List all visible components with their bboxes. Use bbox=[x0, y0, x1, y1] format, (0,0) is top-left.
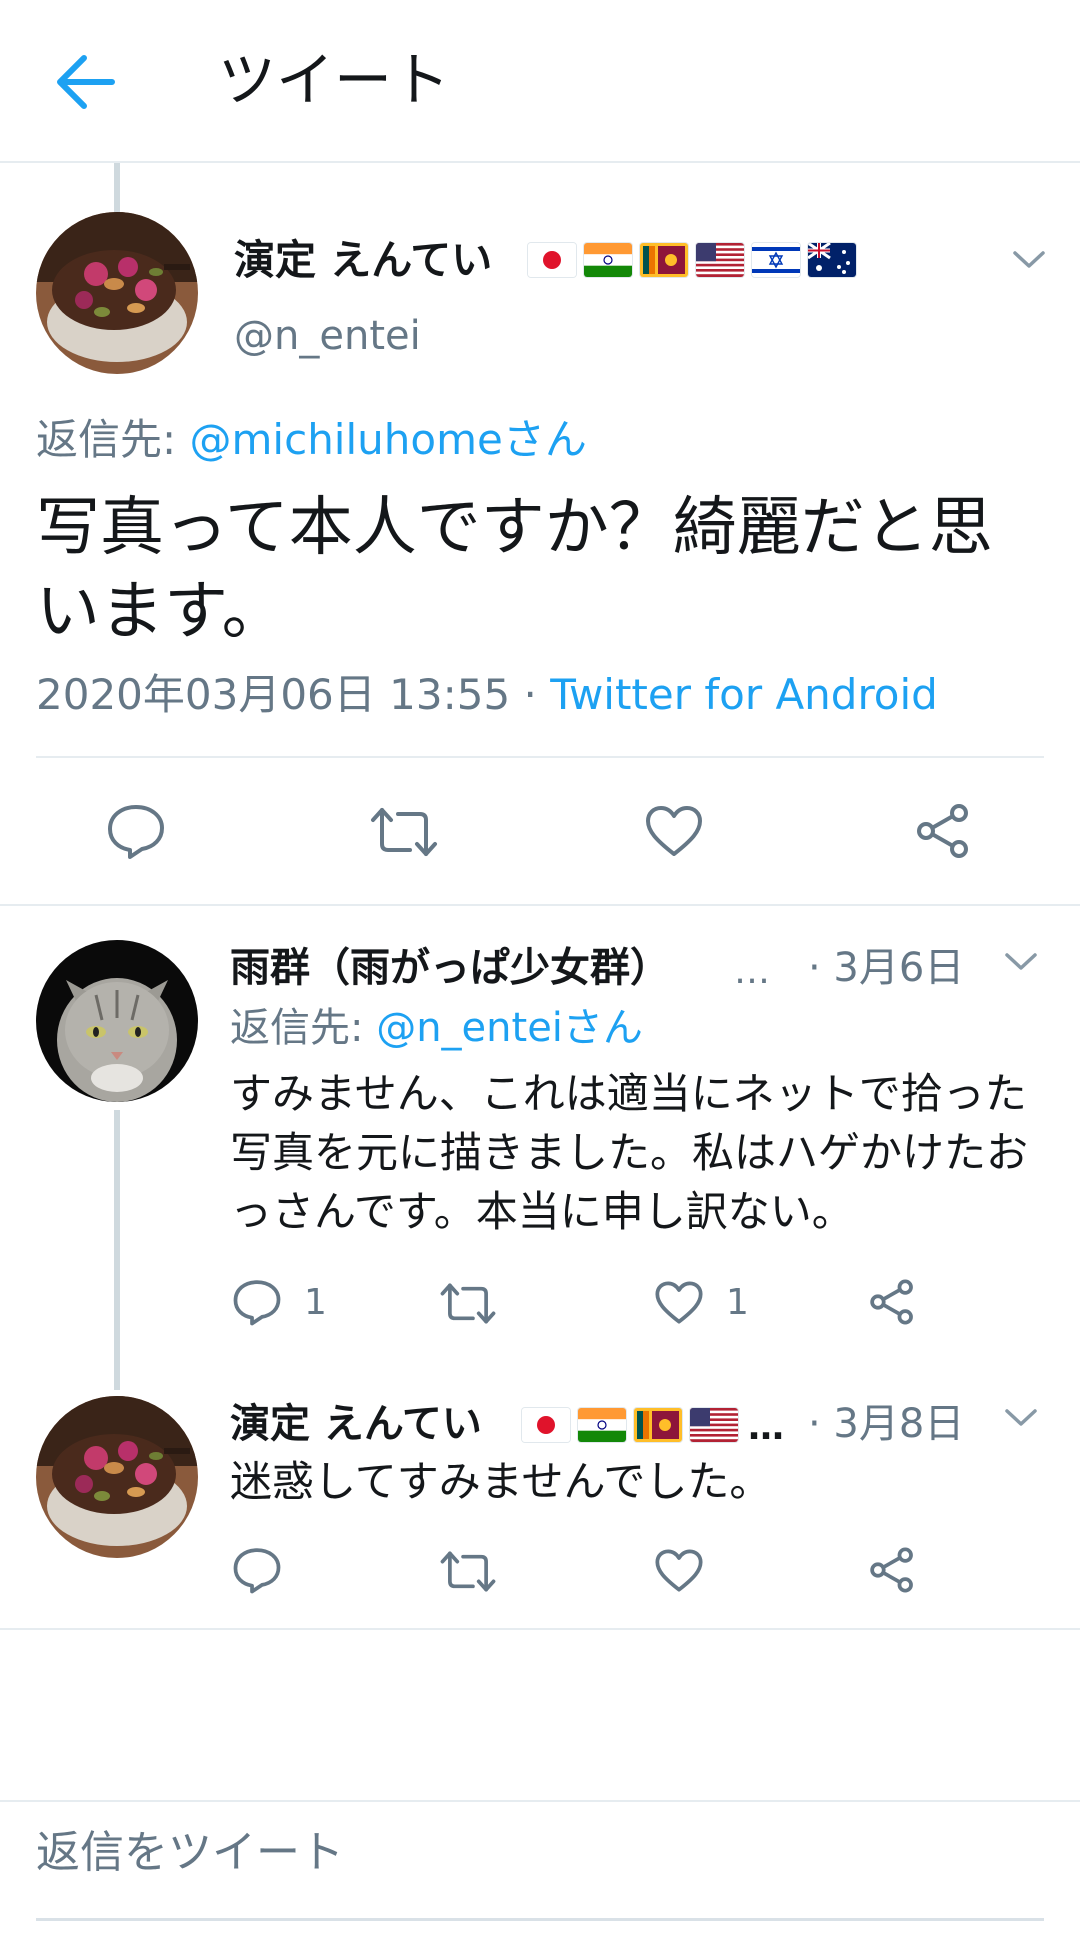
chevron-down-icon[interactable] bbox=[1004, 1408, 1038, 1428]
reply-to-link[interactable]: @michiluhomeさん bbox=[190, 415, 587, 464]
retweet-button[interactable] bbox=[440, 1282, 496, 1325]
tweet-text: 写真って本人ですか？綺麗だと思います。 bbox=[36, 491, 993, 649]
like-button[interactable] bbox=[644, 804, 704, 858]
reply-icon bbox=[233, 1548, 281, 1594]
divider bbox=[36, 756, 1044, 758]
reply-to-line: 返信先: @michiluhomeさん bbox=[36, 410, 587, 470]
divider bbox=[0, 1628, 1080, 1630]
in-flag-icon bbox=[578, 1408, 626, 1442]
retweet-icon bbox=[440, 1551, 496, 1592]
avatar[interactable] bbox=[36, 1396, 198, 1558]
avatar[interactable] bbox=[36, 212, 198, 374]
reply-button[interactable] bbox=[106, 802, 166, 860]
share-button[interactable] bbox=[914, 802, 972, 860]
composer-underline bbox=[36, 1918, 1044, 1921]
il-flag-icon bbox=[752, 243, 800, 277]
flag-list bbox=[522, 1408, 738, 1442]
share-button[interactable] bbox=[868, 1278, 916, 1326]
avatar-image bbox=[36, 940, 198, 1102]
avatar-image bbox=[36, 1396, 198, 1558]
reply-to-line: 返信先: @n_enteiさん bbox=[230, 1000, 643, 1056]
share-button[interactable] bbox=[868, 1546, 916, 1594]
lk-flag-icon bbox=[640, 243, 688, 277]
thread-connector bbox=[114, 163, 120, 213]
chevron-down-icon[interactable] bbox=[1012, 250, 1046, 270]
tweet-source-link[interactable]: Twitter for Android bbox=[550, 670, 938, 719]
us-flag-icon bbox=[690, 1408, 738, 1442]
reply-to-label: 返信先: bbox=[36, 415, 190, 464]
top-bar: ツイート bbox=[0, 0, 1080, 163]
tweet-date[interactable]: · 3月8日 bbox=[808, 1396, 964, 1452]
share-icon bbox=[870, 1279, 913, 1325]
back-arrow-icon[interactable] bbox=[52, 52, 118, 112]
author-handle: @n_entei bbox=[234, 313, 421, 359]
like-icon bbox=[655, 1281, 703, 1324]
tweet-text: 迷惑してすみませんでした。 bbox=[230, 1457, 772, 1506]
share-icon bbox=[870, 1547, 913, 1593]
divider bbox=[0, 904, 1080, 906]
au-flag-icon bbox=[808, 243, 856, 277]
retweet-button[interactable] bbox=[440, 1550, 496, 1593]
reply-to-label: 返信先: bbox=[230, 1005, 377, 1051]
name-ellipsis: … bbox=[734, 951, 770, 992]
lk-flag-icon bbox=[634, 1408, 682, 1442]
chevron-down-icon[interactable] bbox=[1004, 952, 1038, 972]
composer-divider bbox=[0, 1800, 1080, 1802]
like-icon bbox=[655, 1549, 703, 1592]
reply-icon bbox=[233, 1280, 281, 1326]
author-name[interactable]: 演定 えんてい bbox=[234, 230, 492, 290]
in-flag-icon bbox=[584, 243, 632, 277]
retweet-icon bbox=[371, 808, 437, 856]
tweet-text: すみません、これは適当にネットで拾った写真を元に描きました。私はハゲかけたおっさ… bbox=[230, 1069, 1029, 1236]
retweet-icon bbox=[440, 1283, 496, 1324]
meta-separator: · bbox=[510, 670, 551, 719]
share-icon bbox=[917, 804, 968, 858]
reply-count: 1 bbox=[304, 1281, 327, 1323]
tweet-timestamp: 2020年03月06日 13:55 bbox=[36, 670, 511, 719]
retweet-button[interactable] bbox=[370, 806, 438, 858]
tweet-date[interactable]: · 3月6日 bbox=[808, 940, 964, 996]
avatar-image bbox=[36, 212, 198, 374]
reply-to-link[interactable]: @n_enteiさん bbox=[376, 1005, 643, 1051]
jp-flag-icon bbox=[528, 243, 576, 277]
reply-composer-input[interactable]: 返信をツイート bbox=[36, 1822, 344, 1884]
like-button[interactable]: 1 bbox=[654, 1280, 749, 1325]
reply-button[interactable]: 1 bbox=[232, 1278, 327, 1326]
author-name[interactable]: 演定 えんてい bbox=[230, 1396, 482, 1452]
like-count: 1 bbox=[726, 1282, 749, 1323]
flag-list bbox=[528, 243, 856, 277]
like-button[interactable] bbox=[654, 1548, 726, 1593]
jp-flag-icon bbox=[522, 1408, 570, 1442]
name-ellipsis: … bbox=[748, 1407, 784, 1448]
like-icon bbox=[646, 806, 702, 856]
reply-icon bbox=[108, 805, 164, 859]
reply-button[interactable] bbox=[232, 1546, 304, 1594]
us-flag-icon bbox=[696, 243, 744, 277]
tweet-meta: 2020年03月06日 13:55 · Twitter for Android bbox=[36, 664, 938, 726]
page-title: ツイート bbox=[218, 46, 451, 114]
avatar[interactable] bbox=[36, 940, 198, 1102]
author-name[interactable]: 雨群（雨がっぱ少女群） bbox=[230, 940, 670, 996]
thread-connector bbox=[114, 1110, 120, 1390]
